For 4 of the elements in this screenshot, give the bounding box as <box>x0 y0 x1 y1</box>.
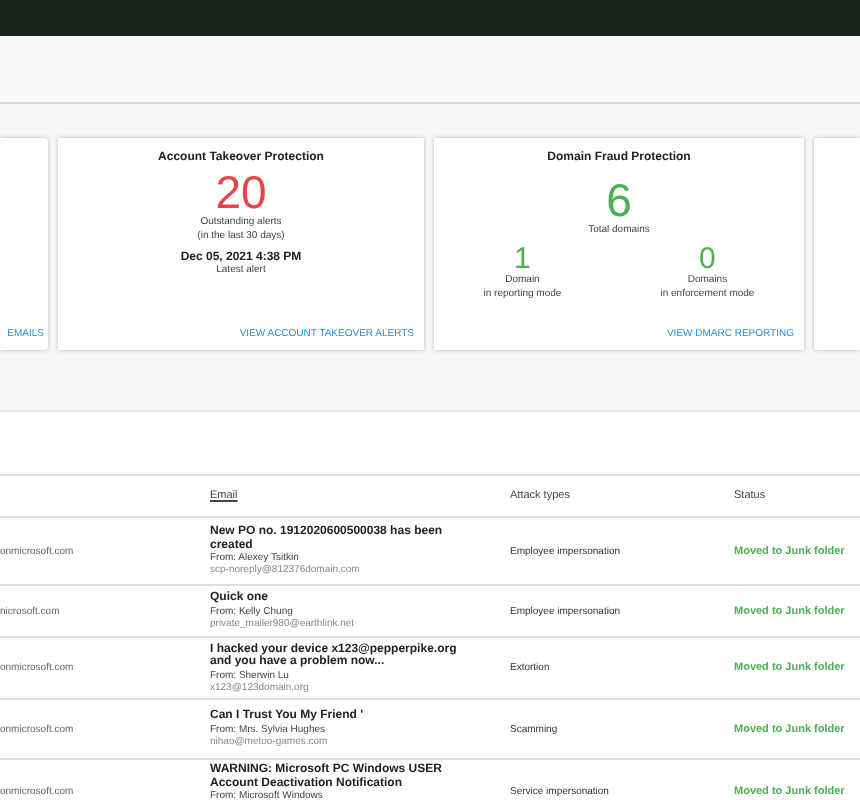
domain-count: 0 <box>699 244 716 274</box>
alert-count: 20 <box>215 168 267 216</box>
domain-count: 1 <box>514 244 531 274</box>
domain-total: 6 <box>606 176 632 224</box>
